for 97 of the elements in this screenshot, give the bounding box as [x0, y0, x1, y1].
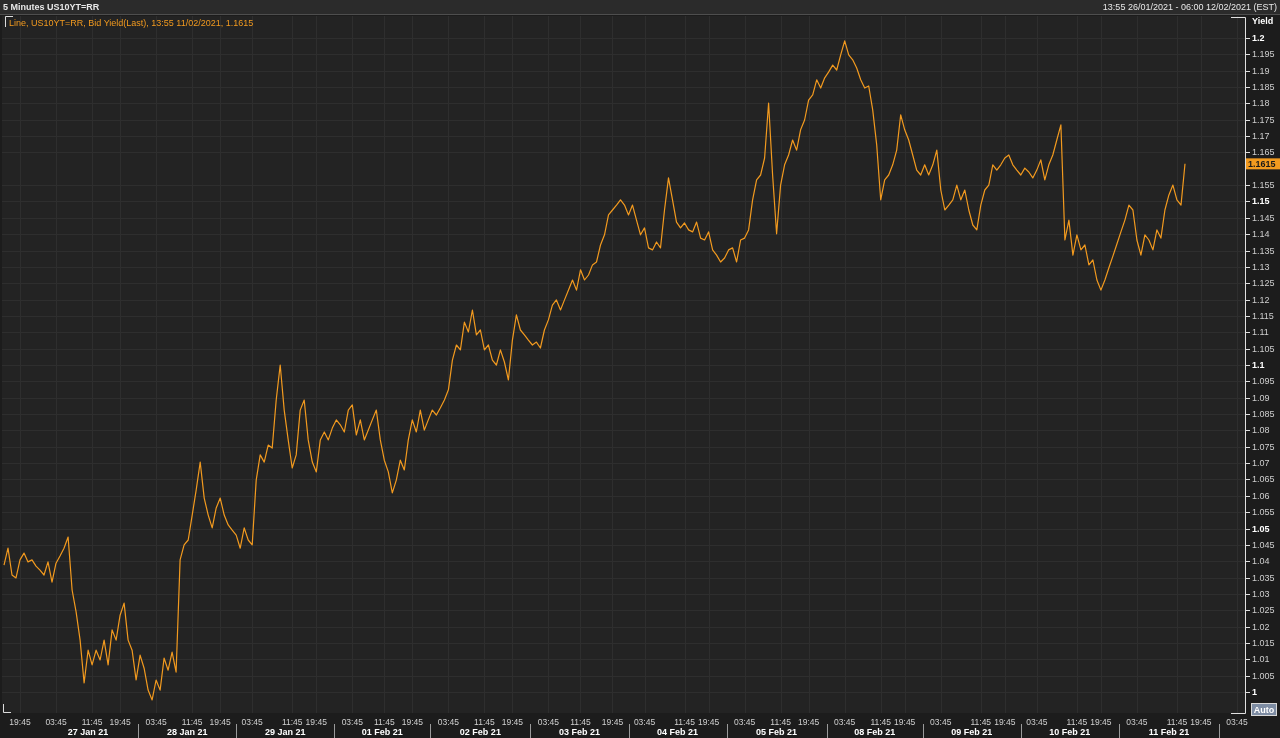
x-axis-label: 19:45 — [1090, 717, 1112, 727]
date-label: 05 Feb 21 — [756, 726, 798, 737]
x-axis-label: 03:45 — [241, 717, 263, 727]
x-axis-label: 03:45 — [1126, 717, 1148, 727]
date-label: 29 Jan 21 — [264, 726, 306, 737]
date-label: 04 Feb 21 — [657, 726, 699, 737]
y-axis-title: Yield — [1252, 16, 1274, 26]
x-axis-label: 11:45 — [870, 717, 892, 727]
y-axis-label: 1.2 — [1252, 32, 1265, 43]
y-axis-label: 1.03 — [1252, 588, 1270, 599]
x-axis-label: 11:45 — [474, 717, 495, 727]
x-axis-label: 19:45 — [109, 717, 131, 727]
x-axis-label: 19:45 — [305, 717, 327, 727]
x-axis-label: 11:45 — [570, 717, 591, 727]
date-label: 10 Feb 21 — [1049, 726, 1091, 737]
x-axis-label: 03:45 — [1026, 717, 1048, 727]
x-axis-label: 03:45 — [341, 717, 363, 727]
x-axis-label: 19:45 — [209, 717, 231, 727]
x-axis-label: 19:45 — [1190, 717, 1212, 727]
x-axis-label: 11:45 — [1166, 717, 1188, 727]
plot-corner-mark — [3, 703, 12, 713]
y-axis-label: 1.06 — [1252, 490, 1270, 501]
y-axis-label: 1.145 — [1252, 212, 1275, 223]
x-axis-label: 11:45 — [181, 717, 203, 727]
x-axis-label: 19:45 — [798, 717, 820, 727]
auto-button[interactable]: Auto — [1251, 703, 1277, 716]
legend-text: Line, US10YT=RR, Bid Yield(Last), 13:55 11/02/2021, 1.1615 — [9, 18, 254, 28]
last-value-label: 1.1615 — [1246, 158, 1280, 170]
x-axis-label: 03:45 — [633, 717, 656, 727]
y-axis-label: 1.14 — [1252, 229, 1270, 240]
y-axis-label: 1.005 — [1252, 670, 1275, 681]
y-axis-label: 1.11 — [1252, 327, 1269, 338]
y-axis-label: 1.18 — [1252, 98, 1270, 109]
x-axis-label: 11:45 — [770, 717, 791, 727]
y-axis-label: 1.08 — [1252, 425, 1270, 436]
y-axis-label: 1.125 — [1252, 278, 1275, 289]
x-axis-label: 03:45 — [45, 717, 67, 727]
y-axis-label: 1.105 — [1252, 343, 1275, 354]
x-axis-label: 11:45 — [374, 717, 395, 727]
y-axis-label: 1.055 — [1252, 507, 1275, 518]
x-axis-label: 19:45 — [994, 717, 1016, 727]
date-label: 28 Jan 21 — [166, 726, 208, 737]
y-axis-label: 1.12 — [1252, 294, 1270, 305]
y-axis-label: 1.19 — [1252, 65, 1270, 76]
y-axis-label: 1.075 — [1252, 441, 1275, 452]
y-axis-label: 1.09 — [1252, 392, 1270, 403]
window-title: 5 Minutes US10YT=RR — [3, 1, 100, 14]
x-axis-label: 19:45 — [501, 717, 524, 727]
date-label: 01 Feb 21 — [361, 726, 403, 737]
y-axis-label: 1.155 — [1252, 180, 1275, 191]
date-label: 03 Feb 21 — [558, 726, 600, 737]
y-axis-label: 1.185 — [1252, 82, 1275, 92]
y-axis-label: 1.01 — [1252, 654, 1270, 665]
y-axis-label: 1.175 — [1252, 114, 1275, 125]
y-axis-label: 1.095 — [1252, 376, 1275, 387]
y-axis-label: 1.195 — [1252, 49, 1275, 60]
x-axis-label: 19:45 — [9, 717, 31, 727]
date-label: 02 Feb 21 — [459, 726, 501, 737]
x-axis-label: 03:45 — [930, 717, 952, 727]
y-axis-label: 1.17 — [1252, 131, 1270, 142]
y-axis-label: 1.165 — [1252, 147, 1275, 158]
y-axis-label: 1.1 — [1252, 360, 1265, 370]
x-axis-label: 03:45 — [437, 717, 459, 727]
x-axis-label: 19:45 — [401, 717, 423, 727]
y-axis-label: 1.04 — [1252, 556, 1270, 567]
date-label: 27 Jan 21 — [67, 726, 109, 737]
y-axis-label: 1.025 — [1252, 605, 1275, 616]
x-axis-label: 11:45 — [1066, 717, 1088, 727]
y-axis-label: 1 — [1252, 687, 1257, 698]
date-label: 11 Feb 21 — [1148, 726, 1190, 737]
date-label: 09 Feb 21 — [951, 726, 993, 737]
x-axis-label: 11:45 — [81, 717, 103, 727]
x-axis-label: 03:45 — [1226, 717, 1248, 727]
date-range-text: 13:55 26/01/2021 - 06:00 12/02/2021 (EST) — [1102, 1, 1277, 14]
x-axis-label: 11:45 — [281, 717, 303, 727]
x-axis-label: 19:45 — [894, 717, 916, 727]
y-axis-label: 1.035 — [1252, 572, 1275, 583]
x-axis-label: 11:45 — [674, 717, 695, 727]
y-axis-label: 1.07 — [1252, 458, 1270, 469]
y-axis-label: 1.115 — [1252, 310, 1274, 321]
y-axis-label: 1.085 — [1252, 409, 1275, 420]
y-axis-label: 1.065 — [1252, 474, 1275, 485]
date-label: 08 Feb 21 — [854, 726, 896, 737]
y-axis-label: 1.045 — [1252, 539, 1275, 550]
y-axis-label: 1.015 — [1252, 638, 1275, 648]
x-axis-label: 19:45 — [697, 717, 720, 727]
y-axis-label: 1.15 — [1252, 196, 1270, 207]
x-axis-label: 03:45 — [537, 717, 560, 727]
x-axis-label: 11:45 — [970, 717, 992, 727]
y-axis-label: 1.02 — [1252, 621, 1270, 632]
x-axis-label: 03:45 — [834, 717, 856, 727]
y-axis-label: 1.13 — [1252, 261, 1270, 272]
x-axis-label: 19:45 — [601, 717, 624, 727]
x-axis-label: 03:45 — [733, 717, 756, 727]
y-axis-label: 1.05 — [1252, 523, 1270, 534]
x-axis-label: 03:45 — [145, 717, 167, 727]
y-axis-label: 1.135 — [1252, 245, 1275, 256]
